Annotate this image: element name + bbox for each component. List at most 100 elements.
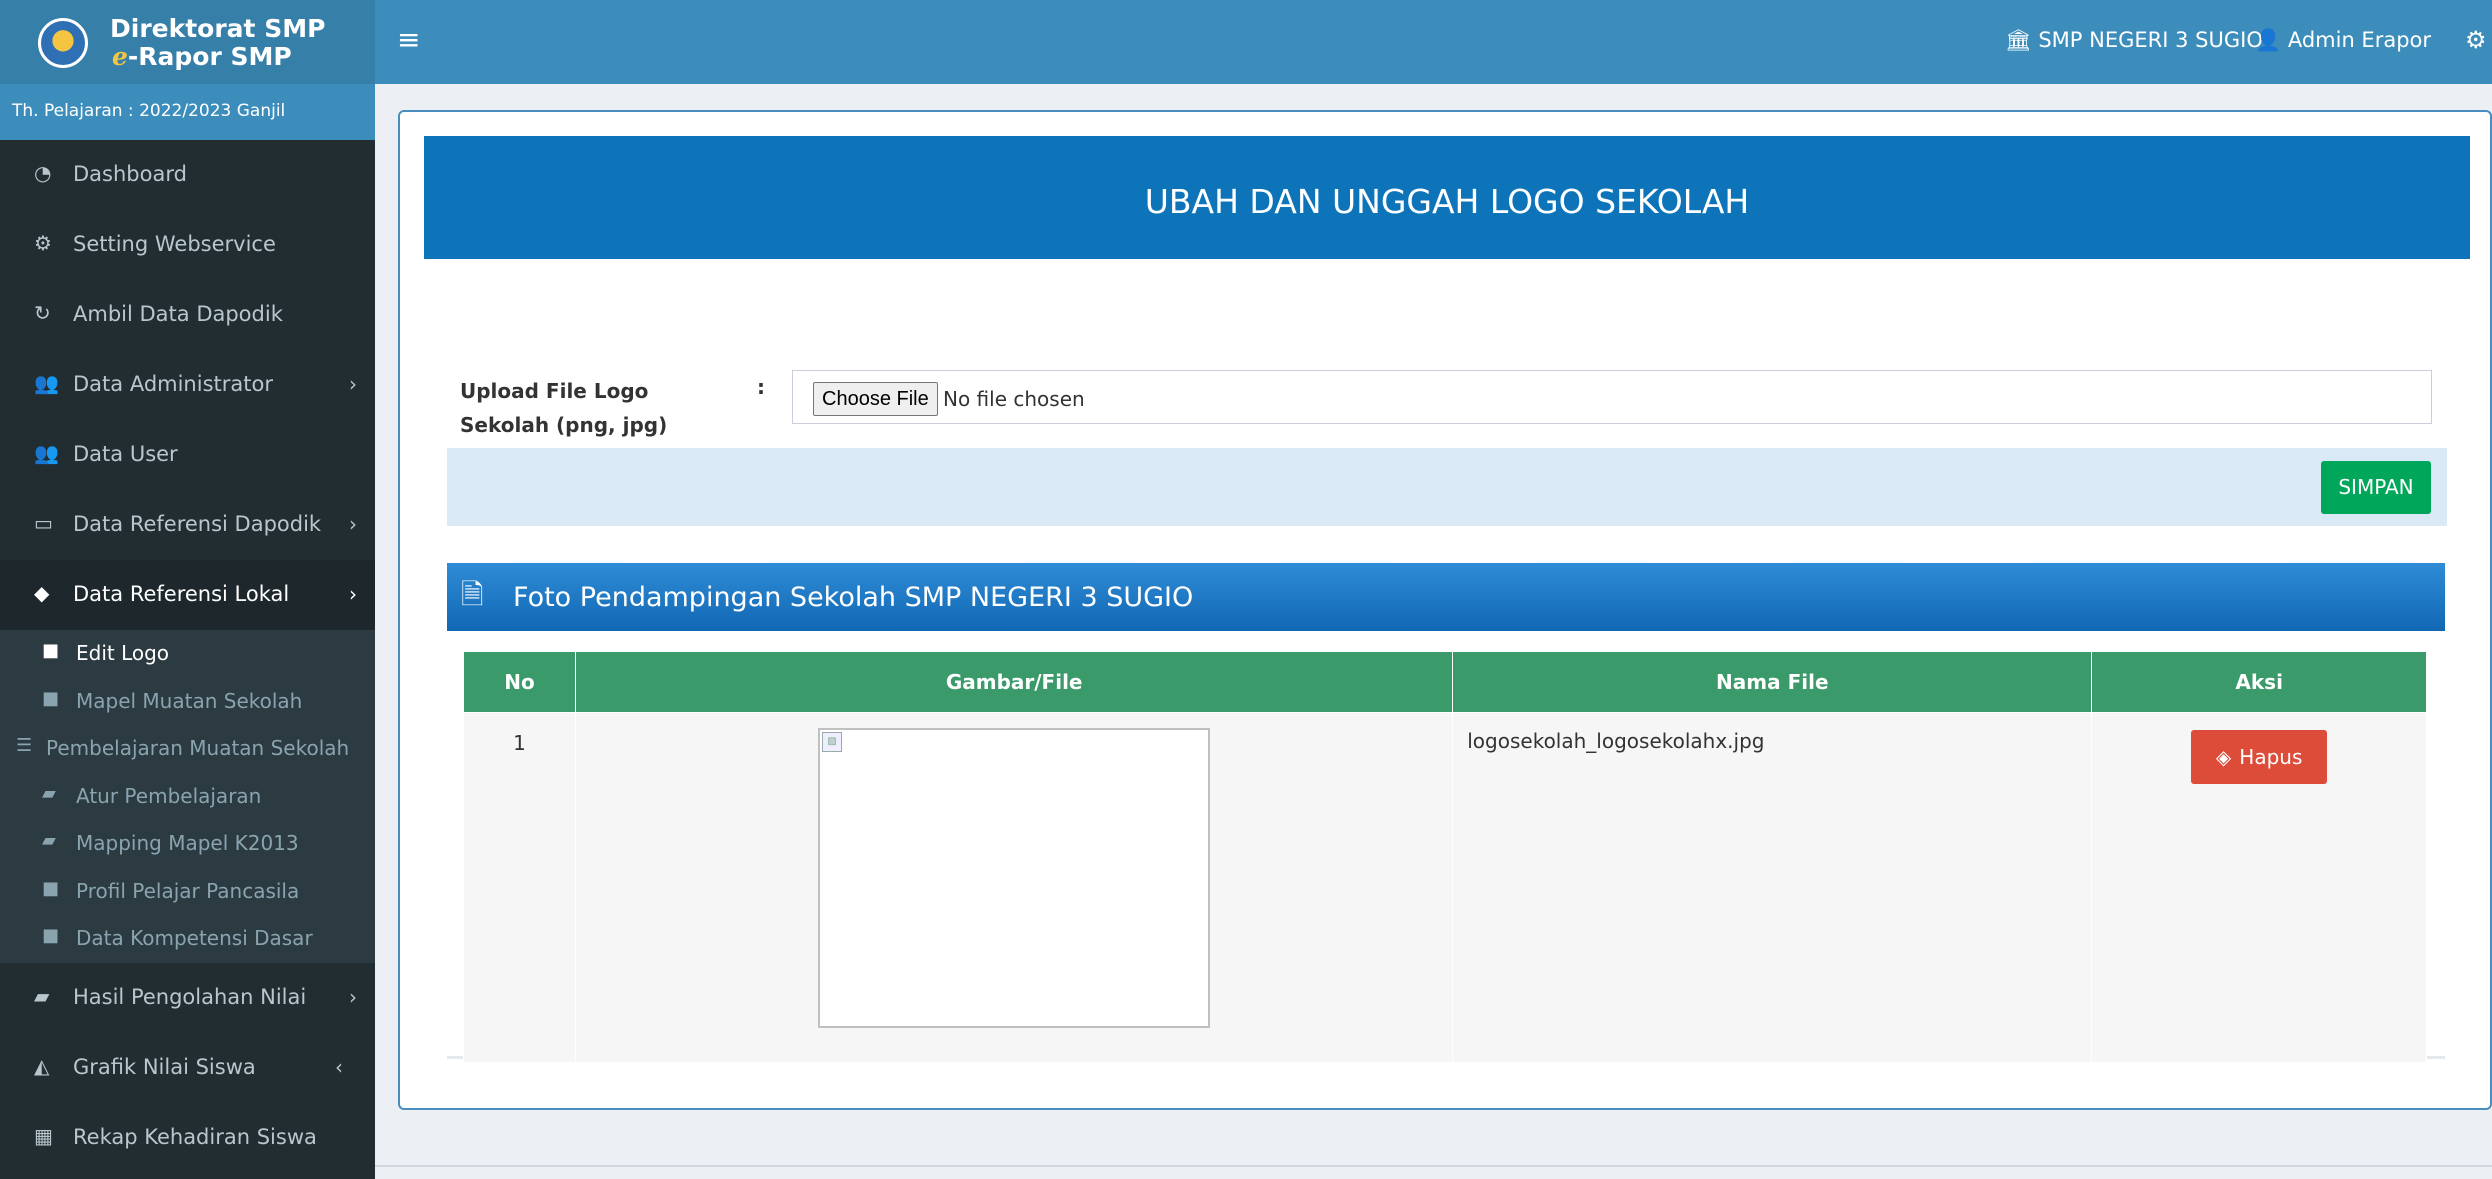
submenu-item-label: Profil Pelajar Pancasila [76, 878, 300, 903]
sidebar-item-dashboard[interactable]: ◔ Dashboard [0, 140, 375, 210]
file-icon: ■ [42, 640, 60, 661]
tahun-pelajaran-text: Th. Pelajaran : 2022/2023 Ganjil [12, 101, 286, 121]
column-header-aksi: Aksi [2091, 651, 2427, 713]
sidebar-item-label: Ambil Data Dapodik [73, 302, 283, 326]
sidebar-item-label: Setting Webservice [73, 232, 276, 256]
tut-wuri-logo-icon [38, 18, 88, 68]
sidebar-item-label: Data Administrator [73, 372, 273, 396]
sidebar-item-data-user[interactable]: 👥 Data User [0, 420, 375, 490]
column-header-no: No [462, 651, 577, 713]
sidebar-item-label: Data User [73, 442, 178, 466]
column-header-nama-file: Nama File [1452, 651, 2093, 713]
cell-aksi: ◈ Hapus [2091, 712, 2427, 1063]
sidebar: Direktorat SMP e-Rapor SMP Th. Pelajaran… [0, 0, 375, 1179]
column-header-gambar: Gambar/File [575, 651, 1454, 713]
logo-table-container: No Gambar/File Nama File Aksi 1 ▨ logose… [447, 631, 2445, 1063]
submenu-item-profil-pancasila[interactable]: ■ Profil Pelajar Pancasila [0, 868, 375, 916]
broken-image-icon: ▨ [822, 732, 843, 752]
submenu-item-label: Atur Pembelajaran [76, 783, 262, 808]
table-header-row: No Gambar/File Nama File Aksi [462, 651, 2427, 713]
sidebar-item-data-administrator[interactable]: 👥 Data Administrator › [0, 350, 375, 420]
book-icon: ▰ [42, 830, 56, 851]
submenu-item-label: Mapel Muatan Sekolah [76, 688, 303, 713]
users-icon: 👥 [34, 441, 59, 465]
hapus-button[interactable]: ◈ Hapus [2191, 730, 2328, 784]
chevron-left-icon: ‹ [335, 1054, 343, 1079]
hapus-label: Hapus [2239, 745, 2303, 769]
form-action-bar [447, 448, 2447, 526]
area-chart-icon: ◭ [34, 1053, 50, 1078]
top-navbar: ≡ 🏛 SMP NEGERI 3 SUGIO 👤 Admin Erapor ⚙ [375, 0, 2492, 84]
footer-divider [375, 1165, 2492, 1167]
admin-name-text: Admin Erapor [2287, 28, 2432, 52]
page-title: UBAH DAN UNGGAH LOGO SEKOLAH [1144, 182, 1750, 221]
sidebar-item-ambil-data[interactable]: ↻ Ambil Data Dapodik [0, 280, 375, 350]
book-icon: ▰ [42, 782, 56, 804]
submenu-item-edit-logo[interactable]: ■ Edit Logo [0, 630, 375, 678]
sidebar-item-label: Rekap Kehadiran Siswa [73, 1124, 317, 1149]
submenu-item-mapping-mapel[interactable]: ▰ Mapping Mapel K2013 [0, 820, 375, 868]
sidebar-item-label: Data Referensi Dapodik [73, 512, 322, 536]
submenu-item-pembelajaran-muatan[interactable]: ☰ Pembelajaran Muatan Sekolah [0, 725, 375, 773]
file-icon: ■ [42, 877, 60, 899]
chevron-right-icon: › [349, 372, 357, 396]
admin-user-link[interactable]: 👤 Admin Erapor [2255, 28, 2431, 53]
cell-nama-file: logosekolah_logosekolahx.jpg [1452, 712, 2093, 1063]
submenu-item-label: Pembelajaran Muatan Sekolah [46, 736, 350, 760]
file-icon: 🗎 [461, 578, 484, 611]
sidebar-item-rekap-kehadiran[interactable]: ▦ Rekap Kehadiran Siswa [0, 1103, 375, 1173]
submenu-item-label: Edit Logo [76, 641, 170, 665]
cell-no: 1 [462, 712, 577, 1063]
section-header: 🗎 Foto Pendampingan Sekolah SMP NEGERI 3… [447, 563, 2445, 631]
choose-file-button[interactable]: Choose File [813, 382, 938, 416]
submenu-referensi-lokal: ■ Edit Logo ■ Mapel Muatan Sekolah ☰ Pem… [0, 630, 375, 963]
upload-label: Upload File Logo Sekolah (png, jpg) [460, 379, 668, 437]
school-name-link[interactable]: 🏛 SMP NEGERI 3 SUGIO [2005, 28, 2263, 53]
book-icon: ▰ [34, 983, 50, 1008]
brand-title: Direktorat SMP [110, 14, 326, 43]
refresh-icon: ↻ [34, 301, 51, 325]
sidebar-item-label: Hasil Pengolahan Nilai [73, 984, 307, 1009]
eraser-icon: ◈ [2215, 745, 2232, 769]
save-button[interactable]: SIMPAN [2321, 461, 2431, 514]
bank-icon: 🏛 [2005, 28, 2039, 52]
file-icon: ■ [42, 925, 60, 946]
sidebar-item-referensi-lokal[interactable]: ◆ Data Referensi Lokal › [0, 560, 375, 630]
logo-image-placeholder: ▨ [818, 728, 1211, 1028]
brand-subtitle: e-Rapor SMP [112, 42, 292, 71]
tag-icon: ◆ [34, 581, 50, 605]
section-title: Foto Pendampingan Sekolah SMP NEGERI 3 S… [513, 582, 1194, 613]
server-icon: ☰ [16, 735, 33, 756]
calculator-icon: ▦ [34, 1123, 53, 1148]
sidebar-menu: ◔ Dashboard ⚙ Setting Webservice ↻ Ambil… [0, 140, 375, 1173]
gears-icon[interactable]: ⚙ [2465, 26, 2487, 54]
submenu-item-mapel-muatan[interactable]: ■ Mapel Muatan Sekolah [0, 678, 375, 726]
submenu-item-kompetensi-dasar[interactable]: ■ Data Kompetensi Dasar [0, 915, 375, 963]
app-window: Direktorat SMP e-Rapor SMP Th. Pelajaran… [0, 0, 2492, 1179]
menu-toggle-icon[interactable]: ≡ [397, 26, 420, 54]
file-icon: ■ [42, 687, 60, 709]
gear-icon: ⚙ [34, 231, 52, 255]
brand[interactable]: Direktorat SMP e-Rapor SMP [0, 0, 375, 84]
logo-file-input[interactable]: Choose File No file chosen [792, 370, 2432, 424]
sidebar-item-setting-webservice[interactable]: ⚙ Setting Webservice [0, 210, 375, 280]
chevron-right-icon: › [349, 582, 357, 606]
submenu-item-label: Mapping Mapel K2013 [76, 831, 299, 855]
school-name-text: SMP NEGERI 3 SUGIO [2038, 28, 2263, 52]
no-file-text: No file chosen [943, 387, 1085, 411]
users-icon: 👥 [34, 371, 59, 395]
submenu-item-atur-pembelajaran[interactable]: ▰ Atur Pembelajaran [0, 773, 375, 821]
sidebar-item-hasil-pengolahan[interactable]: ▰ Hasil Pengolahan Nilai › [0, 963, 375, 1033]
sidebar-item-grafik-nilai[interactable]: ◭ Grafik Nilai Siswa ‹ [0, 1033, 375, 1103]
chevron-right-icon: › [349, 984, 357, 1009]
cell-gambar: ▨ [575, 712, 1454, 1063]
page-banner: UBAH DAN UNGGAH LOGO SEKOLAH [424, 136, 2470, 259]
sidebar-item-label: Data Referensi Lokal [73, 582, 290, 606]
sidebar-item-label: Dashboard [73, 162, 187, 186]
sidebar-item-label: Grafik Nilai Siswa [73, 1054, 256, 1079]
sidebar-item-referensi-dapodik[interactable]: ▭ Data Referensi Dapodik › [0, 490, 375, 560]
logo-table: No Gambar/File Nama File Aksi 1 ▨ logose… [462, 651, 2427, 1063]
submenu-item-label: Data Kompetensi Dasar [76, 926, 313, 950]
tahun-pelajaran-bar: Th. Pelajaran : 2022/2023 Ganjil [0, 84, 375, 140]
user-icon: 👤 [2255, 28, 2288, 52]
